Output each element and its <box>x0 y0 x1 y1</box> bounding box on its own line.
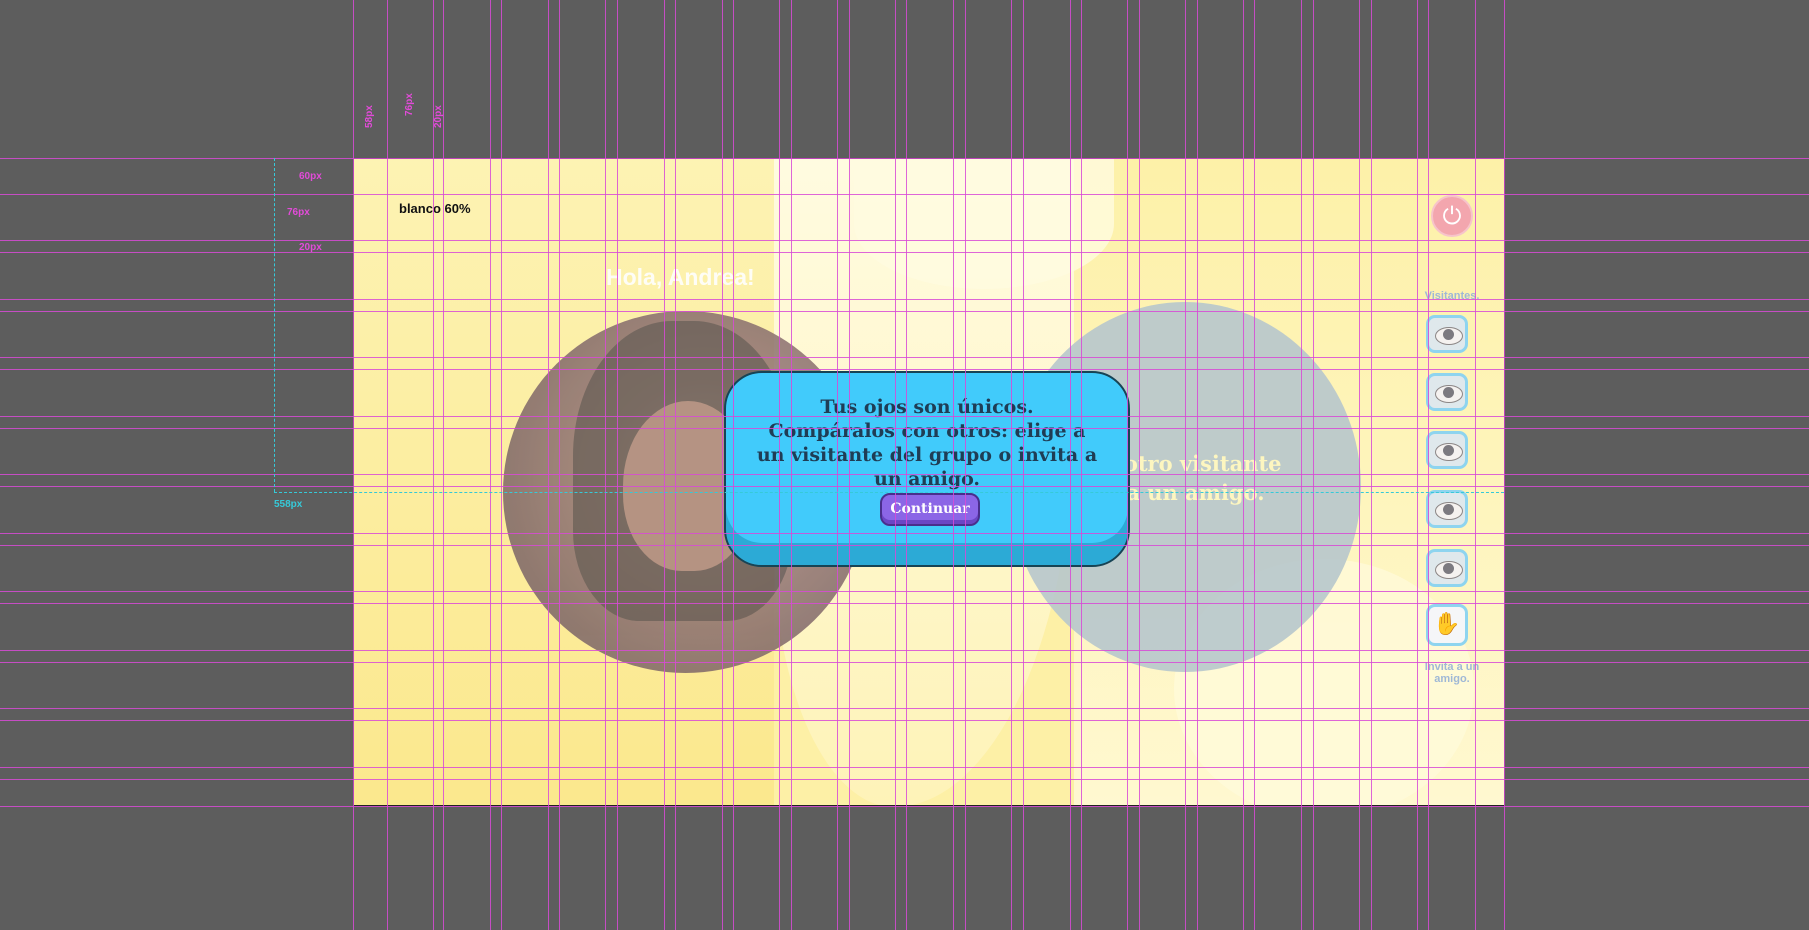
vertical-guide <box>1185 0 1186 930</box>
vertical-guide <box>501 0 502 930</box>
dimension-label: 58px <box>364 105 375 128</box>
vertical-guide <box>1504 0 1505 930</box>
vertical-guide <box>1139 0 1140 930</box>
vertical-guide <box>1428 0 1429 930</box>
vertical-guide <box>1359 0 1360 930</box>
horizontal-guide <box>0 357 1809 358</box>
power-icon: ⏻ <box>1442 202 1462 230</box>
visitor-eye-thumbnail[interactable] <box>1426 315 1468 353</box>
vertical-guide <box>1417 0 1418 930</box>
hand-icon: ✋ <box>1433 612 1461 637</box>
horizontal-guide <box>0 240 1809 241</box>
vertical-guide <box>443 0 444 930</box>
vertical-guide <box>791 0 792 930</box>
vertical-guide <box>1081 0 1082 930</box>
vertical-guide <box>733 0 734 930</box>
horizontal-guide <box>0 533 1809 534</box>
vertical-guide <box>490 0 491 930</box>
vertical-guide <box>548 0 549 930</box>
horizontal-guide <box>0 369 1809 370</box>
horizontal-guide <box>0 779 1809 780</box>
vertical-guide <box>353 0 354 930</box>
horizontal-guide <box>0 416 1809 417</box>
vertical-guide <box>1371 0 1372 930</box>
horizontal-guide <box>0 603 1809 604</box>
vertical-guide <box>1254 0 1255 930</box>
visitor-eye-thumbnail[interactable] <box>1426 431 1468 469</box>
vertical-guide <box>779 0 780 930</box>
vertical-guide <box>433 0 434 930</box>
horizontal-guide <box>0 806 1809 807</box>
visitor-eye-thumbnail[interactable] <box>1426 373 1468 411</box>
horizontal-guide <box>0 311 1809 312</box>
dimension-label: 20px <box>299 242 322 253</box>
vertical-guide <box>387 0 388 930</box>
visitor-eye-thumbnail[interactable] <box>1426 490 1468 528</box>
vertical-guide <box>664 0 665 930</box>
vertical-guide <box>1475 0 1476 930</box>
horizontal-guide <box>0 252 1809 253</box>
vertical-guide <box>895 0 896 930</box>
horizontal-guide <box>0 662 1809 663</box>
horizontal-guide <box>0 708 1809 709</box>
vertical-guide <box>675 0 676 930</box>
cyan-guide <box>274 158 275 492</box>
vertical-guide <box>605 0 606 930</box>
vertical-guide <box>1070 0 1071 930</box>
design-note: blanco 60% <box>399 201 471 216</box>
vertical-guide <box>1011 0 1012 930</box>
dimension-label: 76px <box>287 207 310 218</box>
vertical-guide <box>617 0 618 930</box>
dimension-label: 20px <box>433 105 444 128</box>
horizontal-guide <box>0 591 1809 592</box>
horizontal-guide <box>0 767 1809 768</box>
dimension-label: 60px <box>299 171 322 182</box>
power-button[interactable]: ⏻ <box>1431 195 1473 237</box>
vertical-guide <box>559 0 560 930</box>
horizontal-guide <box>0 650 1809 651</box>
background-blob <box>854 159 1114 289</box>
vertical-guide <box>1243 0 1244 930</box>
horizontal-guide <box>0 194 1809 195</box>
vertical-guide <box>837 0 838 930</box>
horizontal-guide <box>0 428 1809 429</box>
dimension-label: 558px <box>274 499 303 510</box>
vertical-guide <box>1127 0 1128 930</box>
visitor-eye-thumbnail[interactable] <box>1426 549 1468 587</box>
vertical-guide <box>1301 0 1302 930</box>
horizontal-guide <box>0 474 1809 475</box>
iris-icon <box>1443 329 1454 340</box>
vertical-guide <box>849 0 850 930</box>
cyan-guide <box>274 492 1504 493</box>
iris-icon <box>1443 445 1454 456</box>
vertical-guide <box>965 0 966 930</box>
dialog-message: Tus ojos son únicos. Compáralos con otro… <box>756 396 1098 490</box>
vertical-guide <box>1313 0 1314 930</box>
vertical-guide <box>1197 0 1198 930</box>
iris-icon <box>1443 563 1454 574</box>
horizontal-guide <box>0 158 1809 159</box>
iris-icon <box>1443 387 1454 398</box>
horizontal-guide <box>0 299 1809 300</box>
vertical-guide <box>953 0 954 930</box>
dimension-label: 76px <box>404 93 415 116</box>
invite-label: Invita a un amigo. <box>1424 661 1480 685</box>
vertical-guide <box>906 0 907 930</box>
visitors-label: Visitantes. <box>1424 290 1480 302</box>
iris-icon <box>1443 504 1454 515</box>
invite-friend-button[interactable]: ✋ <box>1426 604 1468 646</box>
horizontal-guide <box>0 486 1809 487</box>
vertical-guide <box>722 0 723 930</box>
horizontal-guide <box>0 545 1809 546</box>
horizontal-guide <box>0 720 1809 721</box>
vertical-guide <box>1023 0 1024 930</box>
